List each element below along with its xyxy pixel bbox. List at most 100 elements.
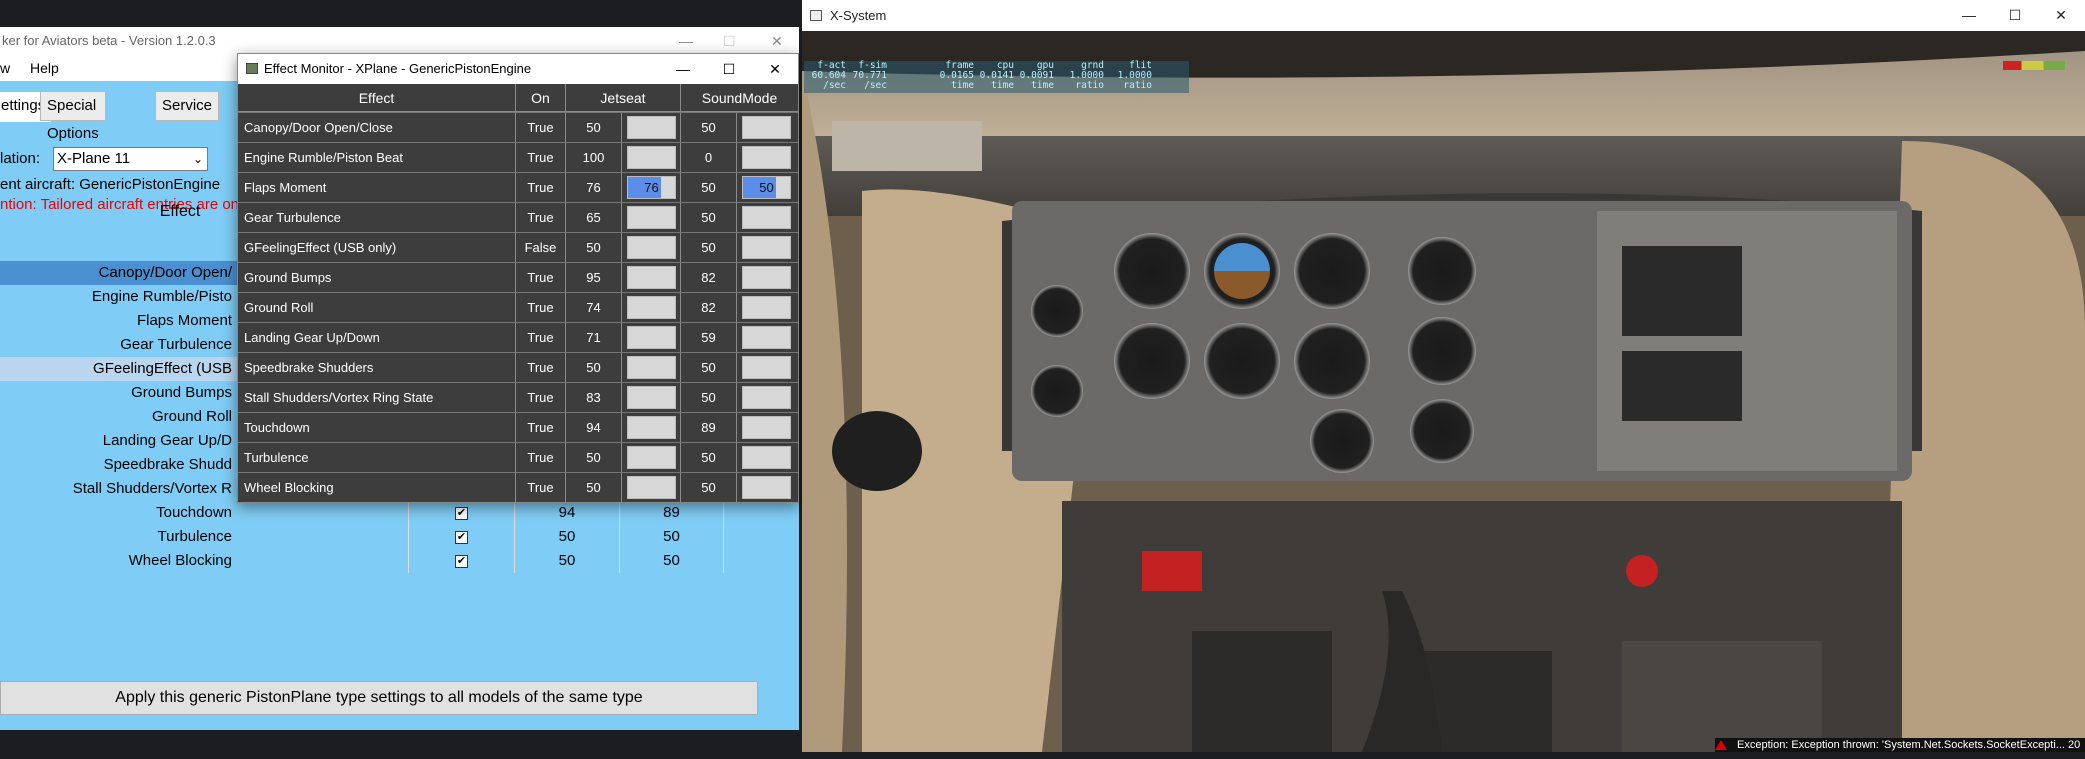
monitor-sound-value: 82 xyxy=(681,263,737,292)
menu-item-help[interactable]: Help xyxy=(30,55,59,81)
row-effect-name: Turbulence xyxy=(157,528,233,545)
enabled-checkbox[interactable]: ✔ xyxy=(455,554,468,568)
minimize-icon[interactable]: — xyxy=(660,54,706,84)
sound-intensity-bar xyxy=(742,326,791,349)
monitor-row: Canopy/Door Open/Close True 50 50 xyxy=(238,112,798,142)
monitor-on-value: True xyxy=(516,413,566,442)
settings-window-titlebar: ker for Aviators beta - Version 1.2.0.3 … xyxy=(0,27,799,55)
monitor-effect-name: Ground Roll xyxy=(238,293,516,322)
tab-special-options[interactable]: Special Options xyxy=(40,91,106,142)
monitor-on-value: False xyxy=(516,233,566,262)
monitor-on-value: True xyxy=(516,143,566,172)
monitor-effect-name: Flaps Moment xyxy=(238,173,516,202)
enabled-checkbox[interactable]: ✔ xyxy=(455,506,468,520)
row-effect-name: Ground Bumps xyxy=(131,384,232,401)
stat-unit: time xyxy=(951,80,974,91)
row-effect-name: Ground Roll xyxy=(151,408,232,425)
monitor-sound-value: 50 xyxy=(681,353,737,382)
monitor-jetseat-value: 50 xyxy=(566,233,622,262)
jetseat-intensity-bar xyxy=(627,146,676,169)
jetseat-value[interactable]: 50 xyxy=(514,549,619,573)
monitor-sound-value: 50 xyxy=(681,233,737,262)
enabled-checkbox[interactable]: ✔ xyxy=(455,530,468,544)
sound-intensity-bar xyxy=(742,416,791,439)
framerate-readout: f-act 60.604 /sec f-sim 70.771 /sec fram… xyxy=(804,61,1189,93)
soundmode-value[interactable]: 50 xyxy=(619,549,724,573)
jetseat-intensity-bar xyxy=(627,326,676,349)
table-row[interactable]: Wheel Blocking ✔ 50 50 xyxy=(0,549,724,573)
close-icon[interactable]: ✕ xyxy=(752,54,798,84)
stat-unit: /sec xyxy=(823,80,846,91)
jetseat-intensity-bar xyxy=(627,296,676,319)
tab-service[interactable]: Service xyxy=(155,91,220,121)
effect-monitor-title: Effect Monitor - XPlane - GenericPistonE… xyxy=(264,61,532,76)
row-effect-name: Engine Rumble/Pisto xyxy=(91,288,232,305)
monitor-on-value: True xyxy=(516,383,566,412)
maximize-icon[interactable]: ☐ xyxy=(723,27,736,55)
status-indicator-bar xyxy=(2003,61,2065,70)
monitor-row: Ground Roll True 74 82 xyxy=(238,292,798,322)
air-vent xyxy=(832,411,922,491)
menu-item-view[interactable]: w xyxy=(0,55,10,81)
app-icon xyxy=(810,10,822,21)
monitor-jetseat-value: 95 xyxy=(566,263,622,292)
monitor-jetseat-value: 83 xyxy=(566,383,622,412)
monitor-sound-value: 50 xyxy=(681,173,737,202)
xsystem-title: X-System xyxy=(830,8,887,23)
apply-to-all-button[interactable]: Apply this generic PistonPlane type sett… xyxy=(0,681,758,715)
stat-unit: ratio xyxy=(1075,80,1104,91)
monitor-jetseat-value: 94 xyxy=(566,413,622,442)
monitor-on-value: True xyxy=(516,293,566,322)
stat-unit: ratio xyxy=(1123,80,1152,91)
exception-toast[interactable]: Exception: Exception thrown: 'System.Net… xyxy=(1715,738,2085,752)
soundmode-value[interactable]: 50 xyxy=(619,525,724,549)
row-effect-name: GFeelingEffect (USB xyxy=(93,360,232,377)
xsystem-titlebar: X-System — ☐ ✕ xyxy=(802,0,2085,31)
monitor-sound-value: 0 xyxy=(681,143,737,172)
jetseat-value[interactable]: 94 xyxy=(514,501,619,525)
current-aircraft-label: ent aircraft: GenericPistonEngine xyxy=(0,176,221,193)
monitor-row: Flaps Moment True 76 76 50 50 xyxy=(238,172,798,202)
simulation-select-value: X-Plane 11 xyxy=(57,150,131,167)
monitor-sound-value: 50 xyxy=(681,113,737,142)
app-icon xyxy=(246,63,258,74)
close-icon[interactable]: ✕ xyxy=(771,27,783,55)
cockpit-view[interactable]: f-act 60.604 /sec f-sim 70.771 /sec fram… xyxy=(802,31,2085,752)
monitor-row: Gear Turbulence True 65 50 xyxy=(238,202,798,232)
simulation-label: lation: xyxy=(0,150,41,167)
settings-window-title: ker for Aviators beta - Version 1.2.0.3 xyxy=(2,33,216,48)
header-effect: Effect xyxy=(238,84,516,112)
gps-screen xyxy=(1622,246,1742,336)
monitor-sound-value: 50 xyxy=(681,443,737,472)
monitor-on-value: True xyxy=(516,113,566,142)
effect-monitor-titlebar: Effect Monitor - XPlane - GenericPistonE… xyxy=(238,54,798,84)
grid-header: Effect On Jetseat SoundMode xyxy=(238,84,798,112)
monitor-on-value: True xyxy=(516,203,566,232)
row-effect-name: Touchdown xyxy=(156,504,232,521)
jetseat-value[interactable]: 50 xyxy=(514,525,619,549)
monitor-row: Stall Shudders/Vortex Ring State True 83 50 xyxy=(238,382,798,412)
row-effect-name: Wheel Blocking xyxy=(128,552,232,569)
effect-monitor-window: Effect Monitor - XPlane - GenericPistonE… xyxy=(237,53,799,503)
sound-intensity-bar xyxy=(742,116,791,139)
monitor-effect-name: Engine Rumble/Piston Beat xyxy=(238,143,516,172)
table-row[interactable]: Turbulence ✔ 50 50 xyxy=(0,525,724,549)
table-row[interactable]: Touchdown ✔ 94 89 xyxy=(0,501,724,525)
stat-unit: time xyxy=(1031,80,1054,91)
minimize-icon[interactable]: — xyxy=(679,27,693,55)
monitor-row: Touchdown True 94 89 xyxy=(238,412,798,442)
monitor-effect-name: Turbulence xyxy=(238,443,516,472)
cockpit-scene xyxy=(802,31,2085,752)
simulation-select[interactable]: X-Plane 11 ⌄ xyxy=(53,147,208,171)
monitor-row: Speedbrake Shudders True 50 50 xyxy=(238,352,798,382)
monitor-row: Wheel Blocking True 50 50 xyxy=(238,472,798,502)
close-icon[interactable]: ✕ xyxy=(2039,0,2083,31)
jetseat-intensity-bar xyxy=(627,266,676,289)
soundmode-value[interactable]: 89 xyxy=(619,501,724,525)
monitor-row: Landing Gear Up/Down True 71 59 xyxy=(238,322,798,352)
maximize-icon[interactable]: ☐ xyxy=(1993,0,2037,31)
minimize-icon[interactable]: — xyxy=(1947,0,1991,31)
monitor-effect-name: Wheel Blocking xyxy=(238,473,516,502)
maximize-icon[interactable]: ☐ xyxy=(706,54,752,84)
monitor-jetseat-value: 65 xyxy=(566,203,622,232)
